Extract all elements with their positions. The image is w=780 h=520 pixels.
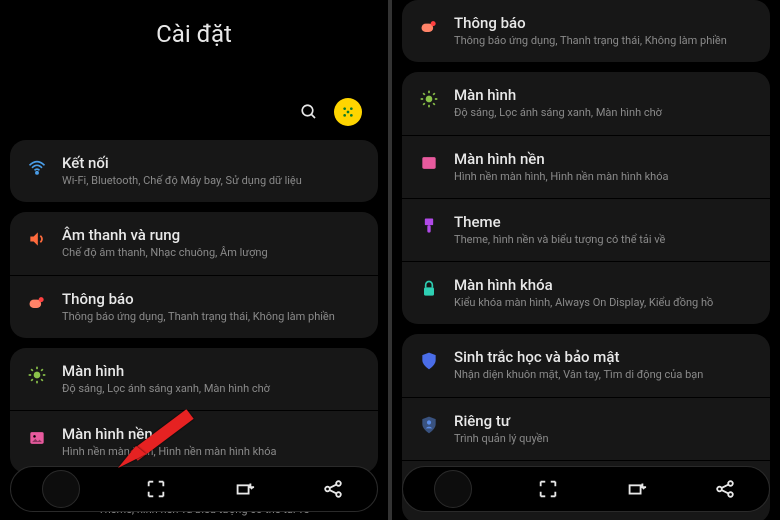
row-title: Theme: [454, 213, 754, 231]
settings-row-biometrics[interactable]: Sinh trắc học và bảo mật Nhận diện khuôn…: [402, 334, 770, 397]
bell-icon: [26, 292, 48, 314]
lock-icon: [418, 278, 440, 300]
page-title: Cài đặt: [0, 20, 388, 48]
sun-icon: [26, 364, 48, 386]
settings-row-lockscreen[interactable]: Màn hình khóa Kiểu khóa màn hình, Always…: [402, 262, 770, 324]
row-title: Thông báo: [454, 14, 754, 32]
edit-icon[interactable]: [231, 476, 257, 502]
sun-icon: [418, 88, 440, 110]
row-title: Kết nối: [62, 154, 362, 172]
row-subtitle: Theme, hình nền và biểu tượng có thể tải…: [454, 233, 754, 247]
row-title: Sinh trắc học và bảo mật: [454, 348, 754, 366]
share-icon[interactable]: [320, 476, 346, 502]
brush-icon: [418, 215, 440, 237]
row-title: Màn hình: [454, 86, 754, 104]
page-header: Cài đặt: [0, 0, 388, 58]
row-subtitle: Thông báo ứng dụng, Thanh trạng thái, Kh…: [62, 310, 362, 324]
row-subtitle: Nhận diện khuôn mặt, Vân tay, Tìm di độn…: [454, 368, 754, 382]
row-title: Màn hình khóa: [454, 276, 754, 294]
person-shield-icon: [418, 414, 440, 436]
row-title: Màn hình nền: [454, 150, 754, 168]
settings-row-theme[interactable]: Theme Theme, hình nền và biểu tượng có t…: [402, 199, 770, 262]
row-subtitle: Hình nền màn hình, Hình nền màn hình khó…: [62, 445, 362, 459]
row-title: Màn hình: [62, 362, 362, 380]
settings-group: Âm thanh và rung Chế độ âm thanh, Nhạc c…: [10, 212, 378, 338]
row-subtitle: Chế độ âm thanh, Nhạc chuông, Âm lượng: [62, 246, 362, 260]
settings-row-sound[interactable]: Âm thanh và rung Chế độ âm thanh, Nhạc c…: [10, 212, 378, 275]
shield-icon: [418, 350, 440, 372]
row-subtitle: Hình nền màn hình, Hình nền màn hình khó…: [454, 170, 754, 184]
settings-pane-right: Thông báo Thông báo ứng dụng, Thanh trạn…: [392, 0, 780, 520]
row-subtitle: Wi-Fi, Bluetooth, Chế độ Máy bay, Sử dụn…: [62, 174, 362, 188]
crop-icon[interactable]: [143, 476, 169, 502]
crop-icon[interactable]: [535, 476, 561, 502]
row-subtitle: Trình quản lý quyền: [454, 432, 754, 446]
share-icon[interactable]: [712, 476, 738, 502]
profile-avatar[interactable]: [334, 98, 362, 126]
settings-row-privacy[interactable]: Riêng tư Trình quản lý quyền: [402, 398, 770, 461]
screenshot-toolbar: [10, 466, 378, 512]
wifi-icon: [26, 156, 48, 178]
settings-group: Kết nối Wi-Fi, Bluetooth, Chế độ Máy bay…: [10, 140, 378, 202]
settings-row-wallpaper[interactable]: Màn hình nền Hình nền màn hình, Hình nền…: [10, 411, 378, 473]
row-subtitle: Thông báo ứng dụng, Thanh trạng thái, Kh…: [454, 34, 754, 48]
row-subtitle: Kiểu khóa màn hình, Always On Display, K…: [454, 296, 754, 310]
row-title: Riêng tư: [454, 412, 754, 430]
row-subtitle: Độ sáng, Lọc ánh sáng xanh, Màn hình chờ: [454, 106, 754, 120]
screenshot-toolbar: [402, 466, 770, 512]
settings-row-notifications[interactable]: Thông báo Thông báo ứng dụng, Thanh trạn…: [10, 276, 378, 338]
screenshot-thumbnail[interactable]: [434, 470, 472, 508]
edit-icon[interactable]: [623, 476, 649, 502]
row-title: Âm thanh và rung: [62, 226, 362, 244]
image-icon: [418, 152, 440, 174]
sound-icon: [26, 228, 48, 250]
screenshot-thumbnail[interactable]: [42, 470, 80, 508]
row-subtitle: Độ sáng, Lọc ánh sáng xanh, Màn hình chờ: [62, 382, 362, 396]
search-icon[interactable]: [298, 101, 320, 123]
header-actions: [0, 58, 388, 140]
row-title: Màn hình nền: [62, 425, 362, 443]
bell-icon: [418, 16, 440, 38]
settings-group: Màn hình Độ sáng, Lọc ánh sáng xanh, Màn…: [10, 348, 378, 474]
settings-row-display[interactable]: Màn hình Độ sáng, Lọc ánh sáng xanh, Màn…: [10, 348, 378, 411]
settings-group: Thông báo Thông báo ứng dụng, Thanh trạn…: [402, 0, 770, 62]
settings-row-wallpaper[interactable]: Màn hình nền Hình nền màn hình, Hình nền…: [402, 136, 770, 199]
settings-row-connections[interactable]: Kết nối Wi-Fi, Bluetooth, Chế độ Máy bay…: [10, 140, 378, 202]
settings-pane-left: Cài đặt Kết nối Wi-Fi, Bluetooth, Chế độ…: [0, 0, 388, 520]
settings-group: Màn hình Độ sáng, Lọc ánh sáng xanh, Màn…: [402, 72, 770, 324]
image-icon: [26, 427, 48, 449]
settings-row-notifications[interactable]: Thông báo Thông báo ứng dụng, Thanh trạn…: [402, 0, 770, 62]
settings-row-display[interactable]: Màn hình Độ sáng, Lọc ánh sáng xanh, Màn…: [402, 72, 770, 135]
row-title: Thông báo: [62, 290, 362, 308]
